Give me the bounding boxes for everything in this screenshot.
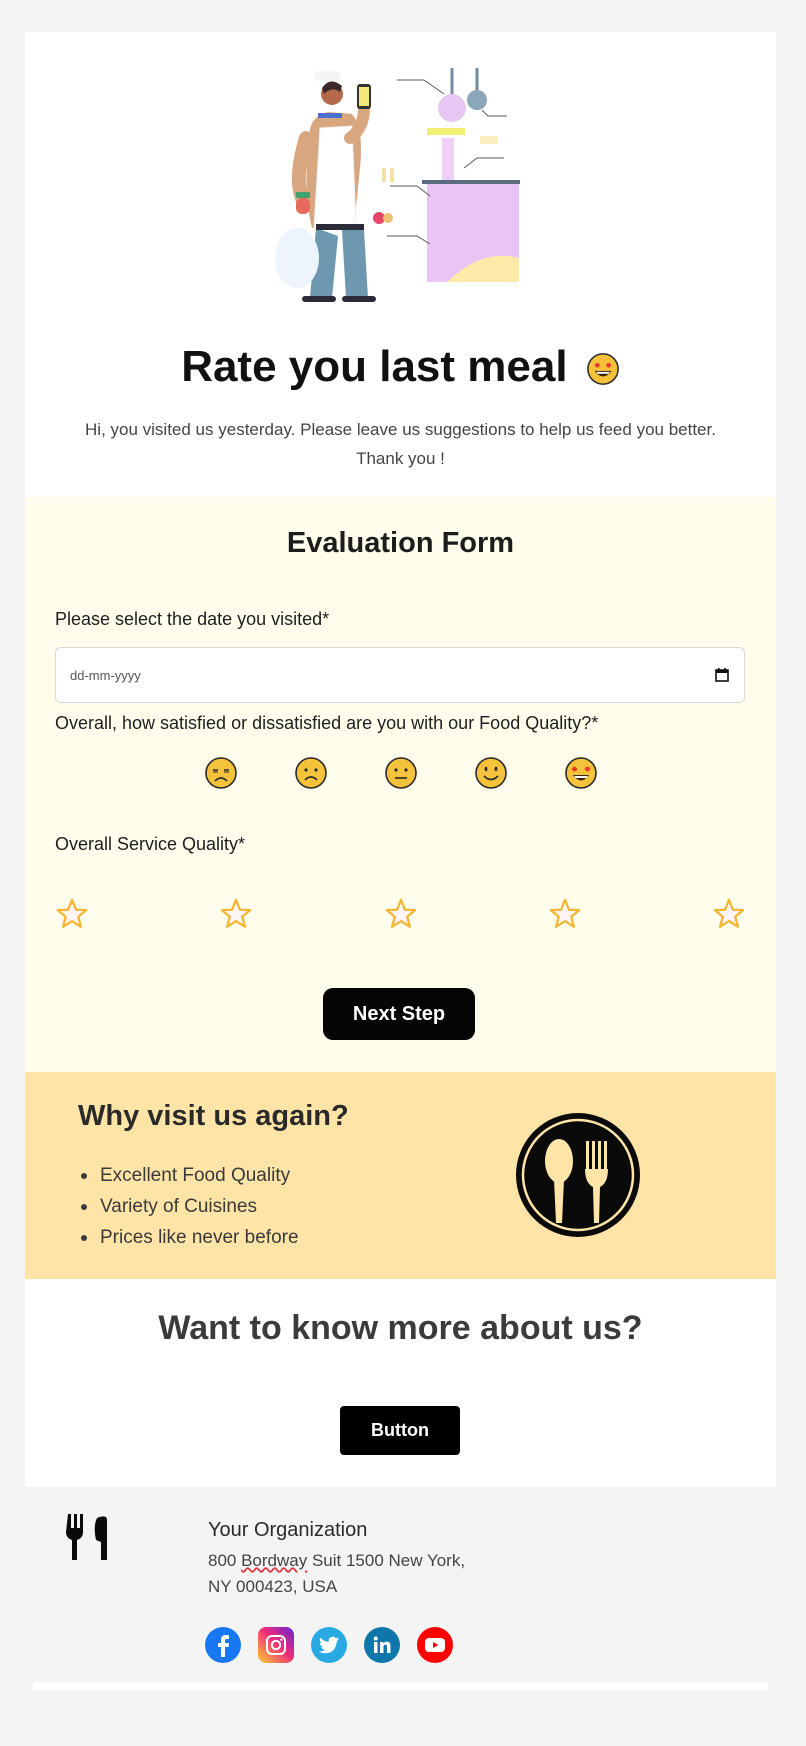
star-icon[interactable] — [384, 897, 418, 931]
social-links — [205, 1627, 453, 1663]
list-item-text: Prices like never before — [100, 1227, 299, 1248]
title-text: Rate you last meal — [181, 342, 568, 391]
instagram-icon[interactable] — [258, 1627, 294, 1663]
footer: Your Organization 800 Bordway Suit 1500 … — [25, 1487, 776, 1690]
chef-illustration — [275, 68, 520, 302]
hero-section: Rate you last meal Hi, you visited us ye… — [25, 32, 776, 497]
list-item: Variety of Cuisines — [81, 1191, 299, 1222]
footer-divider — [33, 1682, 768, 1690]
very-satisfied-emoji-icon[interactable] — [563, 755, 599, 791]
visit-date-input[interactable]: dd-mm-yyyy — [55, 647, 745, 703]
star-icon[interactable] — [548, 897, 582, 931]
youtube-icon[interactable] — [417, 1627, 453, 1663]
address-street: Bordway — [241, 1551, 308, 1570]
page-title: Rate you last meal — [25, 342, 776, 392]
star-icon[interactable] — [712, 897, 746, 931]
date-label: Please select the date you visited* — [55, 609, 330, 629]
food-quality-label: Overall, how satisfied or dissatisfied a… — [55, 713, 599, 733]
intro-text: Hi, you visited us yesterday. Please lea… — [85, 420, 716, 468]
list-item: Excellent Food Quality — [81, 1160, 299, 1191]
why-visit-title: Why visit us again? — [78, 1100, 349, 1132]
service-quality-rating — [55, 897, 746, 931]
date-placeholder: dd-mm-yyyy — [70, 667, 141, 683]
address-text: Suit 1500 New York, — [307, 1551, 466, 1570]
address-text: 800 — [208, 1551, 242, 1570]
star-icon[interactable] — [55, 897, 89, 931]
list-item-text: Excellent Food Quality — [100, 1165, 291, 1186]
next-step-button[interactable]: Next Step — [323, 988, 475, 1040]
list-item: Prices like never before — [81, 1222, 299, 1253]
about-section: Want to know more about us? Button — [25, 1279, 776, 1487]
service-quality-label: Overall Service Quality* — [55, 834, 246, 854]
twitter-icon[interactable] — [311, 1627, 347, 1663]
bullet-icon — [81, 1173, 87, 1179]
list-item-text: Variety of Cuisines — [100, 1196, 257, 1217]
fork-knife-icon — [66, 1514, 107, 1560]
dissatisfied-emoji-icon[interactable] — [293, 755, 329, 791]
calendar-icon[interactable] — [714, 667, 730, 683]
linkedin-icon[interactable] — [364, 1627, 400, 1663]
spoon-fork-icon — [516, 1113, 640, 1237]
very-dissatisfied-emoji-icon[interactable] — [203, 755, 239, 791]
form-title: Evaluation Form — [286, 527, 515, 559]
evaluation-form: Evaluation Form Please select the date y… — [25, 497, 776, 1072]
org-name: Your Organization — [208, 1519, 368, 1541]
bullet-icon — [81, 1235, 87, 1241]
org-address: 800 Bordway Suit 1500 New York, NY 00042… — [208, 1548, 465, 1600]
satisfied-emoji-icon[interactable] — [473, 755, 509, 791]
why-visit-list: Excellent Food Quality Variety of Cuisin… — [81, 1160, 299, 1253]
why-visit-section: Why visit us again? Excellent Food Quali… — [25, 1072, 776, 1279]
food-quality-rating — [25, 755, 776, 791]
address-line-2: NY 000423, USA — [208, 1577, 338, 1596]
email-card: Rate you last meal Hi, you visited us ye… — [25, 32, 776, 1487]
heart-eyes-emoji-icon — [586, 353, 619, 386]
star-icon[interactable] — [219, 897, 253, 931]
about-title: Want to know more about us? — [158, 1309, 643, 1347]
neutral-emoji-icon[interactable] — [383, 755, 419, 791]
about-button[interactable]: Button — [340, 1406, 460, 1455]
facebook-icon[interactable] — [205, 1627, 241, 1663]
bullet-icon — [81, 1204, 87, 1210]
